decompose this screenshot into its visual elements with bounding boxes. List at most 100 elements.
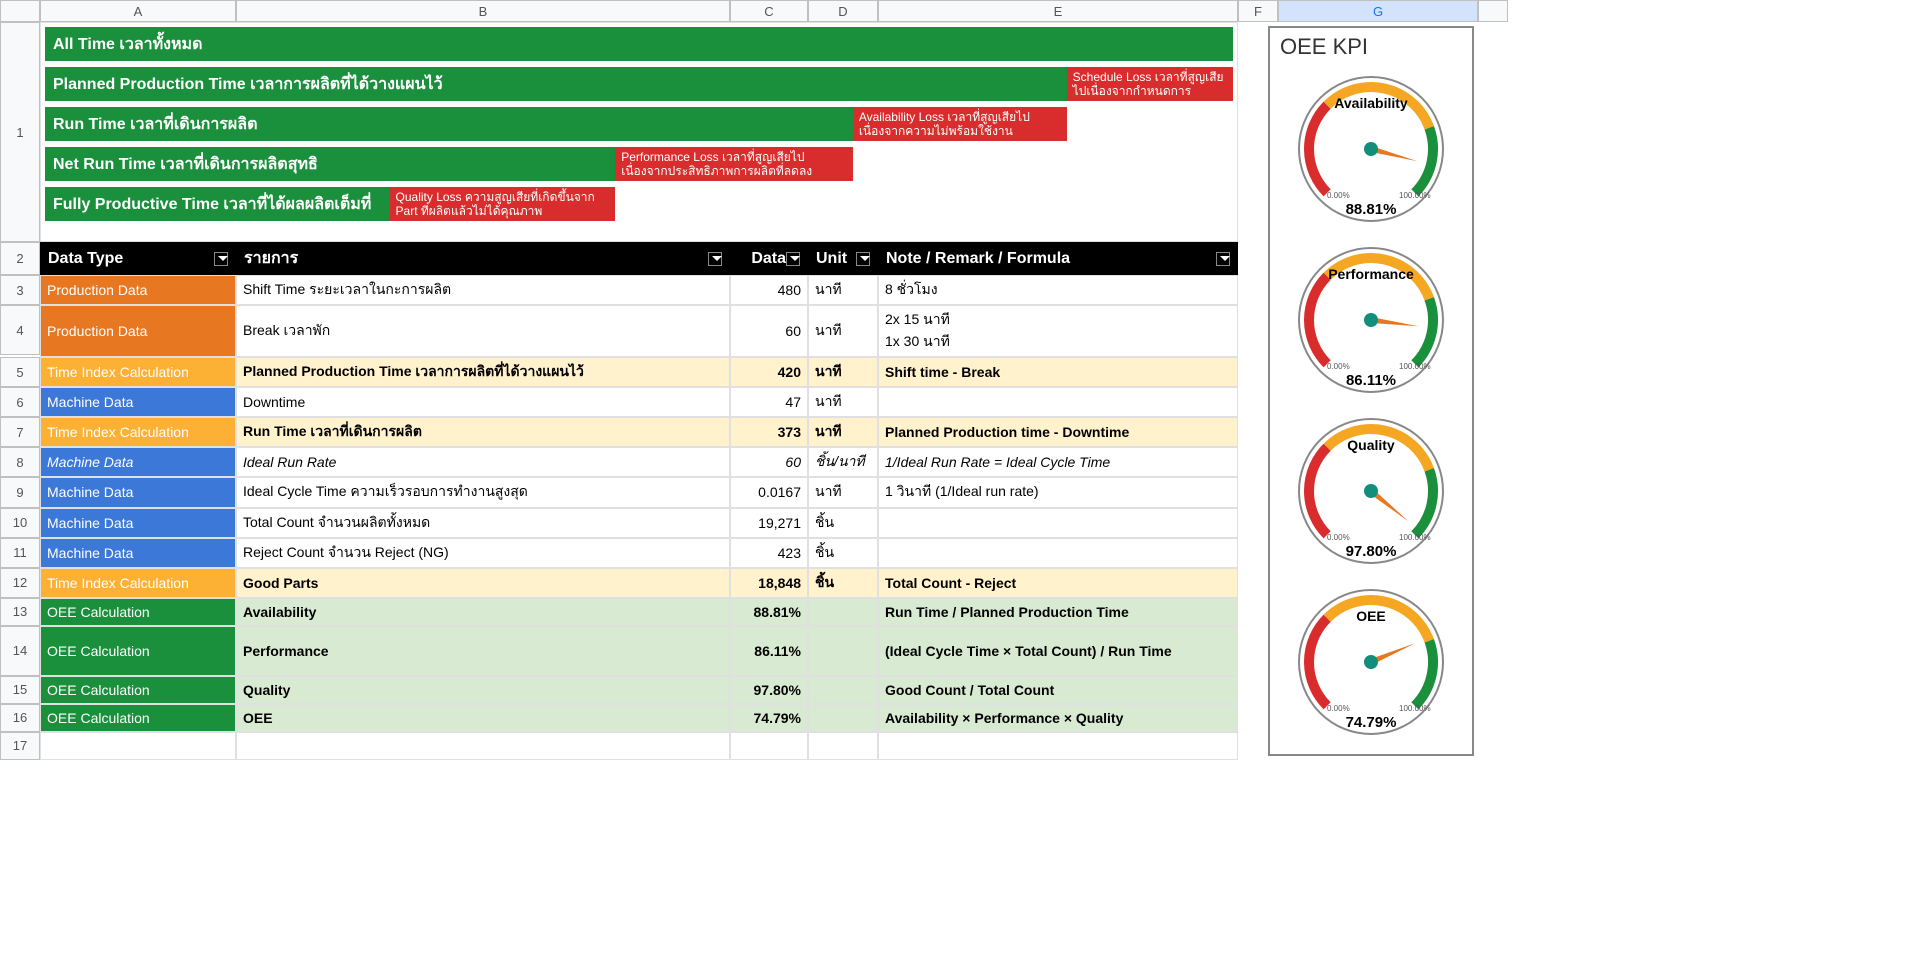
row-header-9[interactable]: 9 (0, 477, 40, 507)
header-unit[interactable]: Unit (808, 242, 878, 275)
cell-unit[interactable]: นาที (808, 477, 878, 507)
row-header-15[interactable]: 15 (0, 676, 40, 704)
cell-data[interactable]: 88.81% (730, 598, 808, 626)
cell-item[interactable]: Good Parts (236, 568, 730, 598)
filter-icon[interactable] (214, 252, 228, 266)
cell-datatype[interactable]: OEE Calculation (40, 704, 236, 732)
cell-data[interactable]: 0.0167 (730, 477, 808, 507)
row-header-12[interactable]: 12 (0, 568, 40, 598)
row-header-10[interactable]: 10 (0, 508, 40, 538)
cell-note[interactable]: 8 ชั่วโมง (878, 275, 1238, 305)
cell-item[interactable]: Break เวลาพัก (236, 305, 730, 357)
cell-unit[interactable]: นาที (808, 417, 878, 447)
header-note[interactable]: Note / Remark / Formula (878, 242, 1238, 275)
cell-data[interactable]: 86.11% (730, 626, 808, 676)
cell-item[interactable]: Quality (236, 676, 730, 704)
cell-unit[interactable]: นาที (808, 275, 878, 305)
row-header-1[interactable]: 1 (0, 22, 40, 242)
cell-datatype[interactable]: OEE Calculation (40, 626, 236, 676)
cell-data[interactable]: 18,848 (730, 568, 808, 598)
cell-datatype[interactable]: OEE Calculation (40, 598, 236, 626)
row-header-7[interactable]: 7 (0, 417, 40, 447)
empty-cell[interactable] (236, 732, 730, 760)
cell-note[interactable]: Total Count - Reject (878, 568, 1238, 598)
cell-unit[interactable] (808, 704, 878, 732)
cell-data[interactable]: 19,271 (730, 508, 808, 538)
cell-note[interactable]: 1 วินาที (1/Ideal run rate) (878, 477, 1238, 507)
cell-data[interactable]: 60 (730, 305, 808, 357)
cell-data[interactable]: 420 (730, 357, 808, 387)
filter-icon[interactable] (1216, 252, 1230, 266)
cell-unit[interactable]: ชิ้น/นาที (808, 447, 878, 477)
cell-data[interactable]: 480 (730, 275, 808, 305)
cell-datatype[interactable]: Machine Data (40, 387, 236, 417)
cell-data[interactable]: 373 (730, 417, 808, 447)
cell-data[interactable]: 60 (730, 447, 808, 477)
cell-datatype[interactable]: Time Index Calculation (40, 417, 236, 447)
cell-item[interactable]: OEE (236, 704, 730, 732)
cell-item[interactable]: Reject Count จำนวน Reject (NG) (236, 538, 730, 568)
cell-data[interactable]: 97.80% (730, 676, 808, 704)
cell-note[interactable]: Good Count / Total Count (878, 676, 1238, 704)
row-header-13[interactable]: 13 (0, 598, 40, 626)
row-header-6[interactable]: 6 (0, 387, 40, 417)
cell-item[interactable]: Planned Production Time เวลาการผลิตที่ได… (236, 357, 730, 387)
cell-item[interactable]: Downtime (236, 387, 730, 417)
cell-note[interactable] (878, 387, 1238, 417)
col-header-F[interactable]: F (1238, 0, 1278, 22)
cell-datatype[interactable]: Machine Data (40, 447, 236, 477)
cell-datatype[interactable]: Machine Data (40, 538, 236, 568)
col-header-B[interactable]: B (236, 0, 730, 22)
cell-note[interactable]: 2x 15 นาที 1x 30 นาที (878, 305, 1238, 357)
cell-item[interactable]: Total Count จำนวนผลิตทั้งหมด (236, 508, 730, 538)
cell-unit[interactable]: นาที (808, 387, 878, 417)
header-datatype[interactable]: Data Type (40, 242, 236, 275)
cell-data[interactable]: 74.79% (730, 704, 808, 732)
col-header-C[interactable]: C (730, 0, 808, 22)
row-header-14[interactable]: 14 (0, 626, 40, 676)
empty-cell[interactable] (40, 732, 236, 760)
cell-data[interactable]: 423 (730, 538, 808, 568)
cell-unit[interactable]: ชิ้น (808, 538, 878, 568)
empty-cell[interactable] (730, 732, 808, 760)
cell-unit[interactable]: นาที (808, 305, 878, 357)
cell-note[interactable] (878, 538, 1238, 568)
cell-note[interactable]: 1/Ideal Run Rate = Ideal Cycle Time (878, 447, 1238, 477)
cell-item[interactable]: Availability (236, 598, 730, 626)
row-header-3[interactable]: 3 (0, 275, 40, 305)
cell-datatype[interactable]: Time Index Calculation (40, 357, 236, 387)
col-header-A[interactable]: A (40, 0, 236, 22)
cell-datatype[interactable]: Machine Data (40, 508, 236, 538)
col-header-E[interactable]: E (878, 0, 1238, 22)
col-header-G[interactable]: G (1278, 0, 1478, 22)
filter-icon[interactable] (786, 252, 800, 266)
col-header-D[interactable]: D (808, 0, 878, 22)
row-header-8[interactable]: 8 (0, 447, 40, 477)
row-header-5[interactable]: 5 (0, 357, 40, 387)
cell-unit[interactable]: นาที (808, 357, 878, 387)
cell-item[interactable]: Performance (236, 626, 730, 676)
header-item[interactable]: รายการ (236, 242, 730, 275)
cell-datatype[interactable]: Machine Data (40, 477, 236, 507)
filter-icon[interactable] (708, 252, 722, 266)
row-header-4[interactable]: 4 (0, 305, 40, 355)
cell-note[interactable]: Planned Production time - Downtime (878, 417, 1238, 447)
cell-data[interactable]: 47 (730, 387, 808, 417)
row-header-16[interactable]: 16 (0, 704, 40, 732)
empty-cell[interactable] (808, 732, 878, 760)
header-data[interactable]: Data (730, 242, 808, 275)
cell-item[interactable]: Ideal Cycle Time ความเร็วรอบการทำงานสูงส… (236, 477, 730, 507)
cell-note[interactable] (878, 508, 1238, 538)
cell-unit[interactable]: ชิ้น (808, 568, 878, 598)
cell-note[interactable]: (Ideal Cycle Time × Total Count) / Run T… (878, 626, 1238, 676)
row-header-17[interactable]: 17 (0, 732, 40, 760)
cell-item[interactable]: Run Time เวลาที่เดินการผลิต (236, 417, 730, 447)
empty-cell[interactable] (878, 732, 1238, 760)
cell-note[interactable]: Shift time - Break (878, 357, 1238, 387)
cell-item[interactable]: Shift Time ระยะเวลาในกะการผลิต (236, 275, 730, 305)
filter-icon[interactable] (856, 252, 870, 266)
cell-unit[interactable]: ชิ้น (808, 508, 878, 538)
cell-note[interactable]: Run Time / Planned Production Time (878, 598, 1238, 626)
cell-item[interactable]: Ideal Run Rate (236, 447, 730, 477)
cell-note[interactable]: Availability × Performance × Quality (878, 704, 1238, 732)
